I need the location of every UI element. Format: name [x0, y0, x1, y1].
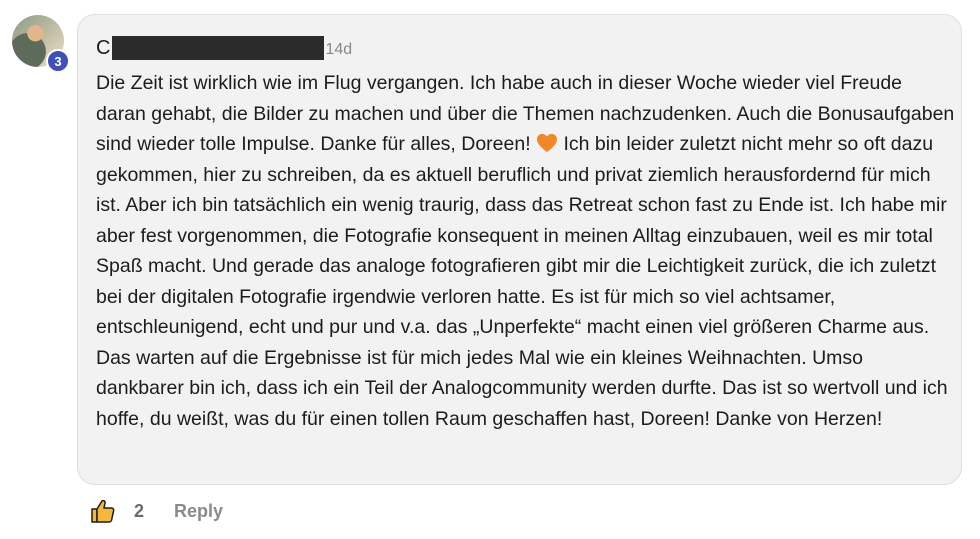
redacted-name-bar — [112, 36, 325, 60]
thumbs-up-icon[interactable] — [90, 498, 116, 524]
author-row: C 14d — [96, 35, 352, 61]
comment-actions: 2 Reply — [90, 498, 223, 524]
level-badge: 3 — [46, 49, 70, 73]
author-name[interactable]: C — [96, 37, 110, 60]
comment-text: Die Zeit ist wirklich wie im Flug vergan… — [96, 68, 956, 434]
orange-heart-icon — [537, 133, 558, 153]
comment-timestamp[interactable]: 14d — [325, 41, 352, 59]
comment-bubble: C 14d Die Zeit ist wirklich wie im Flug … — [77, 14, 962, 485]
comment-text-part-2: Ich bin leider zuletzt nicht mehr so oft… — [96, 133, 948, 430]
avatar-wrapper[interactable]: 3 — [12, 15, 70, 73]
like-count: 2 — [134, 500, 145, 521]
reply-button[interactable]: Reply — [174, 501, 223, 522]
